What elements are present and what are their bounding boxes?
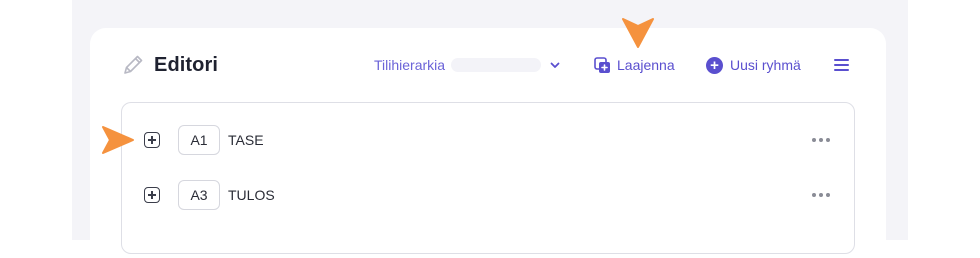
- list-item[interactable]: A3 TULOS: [122, 178, 854, 212]
- expand-toggle-icon[interactable]: [144, 187, 160, 203]
- list-item[interactable]: A1 TASE: [122, 123, 854, 157]
- account-code-badge: A3: [178, 180, 220, 210]
- new-group-button[interactable]: + Uusi ryhmä: [706, 54, 801, 76]
- row-name: TASE: [228, 132, 264, 148]
- more-options-icon[interactable]: [812, 138, 830, 142]
- chevron-down-icon: [550, 62, 560, 68]
- menu-button[interactable]: [834, 54, 849, 76]
- more-options-icon[interactable]: [812, 193, 830, 197]
- account-code-badge: A1: [178, 125, 220, 155]
- pointer-arrow-right-icon: [102, 126, 134, 154]
- page-title: Editori: [154, 53, 219, 76]
- hierarchy-select-value: [451, 58, 542, 72]
- hamburger-menu-icon: [834, 56, 849, 74]
- hierarchy-select[interactable]: Tilihierarkia: [374, 54, 561, 76]
- expand-icon: [594, 56, 610, 73]
- plus-circle-icon: +: [706, 56, 723, 74]
- expand-button[interactable]: Laajenna: [594, 54, 675, 76]
- row-name: TULOS: [228, 187, 275, 203]
- hierarchy-select-label: Tilihierarkia: [374, 57, 446, 73]
- expand-button-label: Laajenna: [617, 57, 675, 73]
- expand-toggle-icon[interactable]: [144, 132, 160, 148]
- hierarchy-list: A1 TASE A3 TULOS: [121, 102, 855, 254]
- editor-header: Editori: [120, 52, 218, 78]
- pencil-icon: [124, 55, 143, 74]
- new-group-button-label: Uusi ryhmä: [730, 57, 801, 73]
- pointer-arrow-down-icon: [622, 18, 654, 48]
